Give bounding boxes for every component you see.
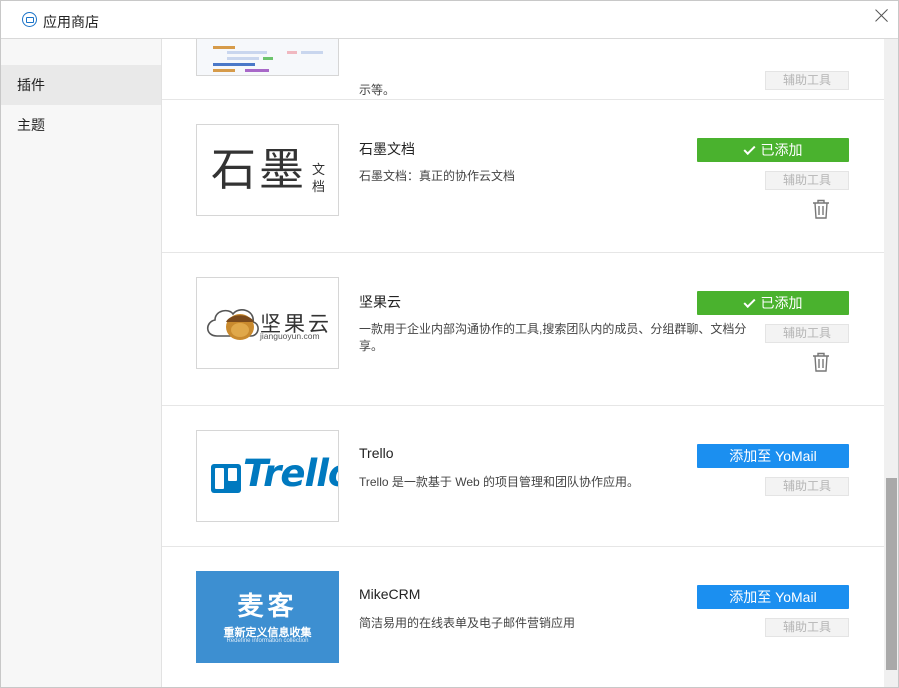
trello-logo: Trello: [196, 430, 339, 522]
sidebar: 插件 主题: [1, 39, 162, 687]
app-store-window: 应用商店 插件 主题 示等。 辅助工具 石墨 文 档 石墨文档 石墨文档：真正的…: [0, 0, 899, 688]
app-store-icon: [22, 12, 37, 27]
sidebar-item-plugins[interactable]: 插件: [1, 65, 161, 105]
window-title: 应用商店: [43, 14, 99, 30]
plugin-description: 简洁易用的在线表单及电子邮件营销应用: [359, 616, 576, 630]
mikecrm-logo-main: 麦客: [237, 591, 298, 621]
check-icon: [742, 142, 756, 156]
check-icon: [742, 295, 756, 309]
close-icon[interactable]: [874, 8, 890, 24]
shimo-logo-main: 石墨: [211, 143, 308, 196]
shimo-logo-side-2: 档: [312, 180, 326, 195]
assist-tool-button[interactable]: 辅助工具: [765, 618, 849, 637]
assist-tool-button[interactable]: 辅助工具: [765, 71, 849, 90]
plugin-description: Trello 是一款基于 Web 的项目管理和团队协作应用。: [359, 475, 640, 489]
added-button-label: 已添加: [760, 142, 803, 158]
assist-tool-button[interactable]: 辅助工具: [765, 324, 849, 343]
trash-icon[interactable]: [812, 199, 830, 219]
plugin-list: 示等。 辅助工具 石墨 文 档 石墨文档 石墨文档：真正的协作云文档 已添加 辅…: [162, 39, 884, 687]
added-button[interactable]: 已添加: [697, 291, 849, 315]
plugin-name: 坚果云: [359, 294, 401, 310]
mikecrm-logo: 麦客 重新定义信息收集 Redefine information collect…: [196, 571, 339, 663]
assist-tool-button[interactable]: 辅助工具: [765, 171, 849, 190]
assist-tool-button[interactable]: 辅助工具: [765, 477, 849, 496]
code-preview-image: [213, 46, 323, 72]
added-button-label: 已添加: [760, 295, 803, 311]
plugin-name: Trello: [359, 445, 394, 461]
plugin-card: Trello Trello Trello 是一款基于 Web 的项目管理和团队协…: [162, 406, 884, 547]
added-button[interactable]: 已添加: [697, 138, 849, 162]
add-to-yomail-button[interactable]: 添加至 YoMail: [697, 444, 849, 468]
plugin-card: 麦客 重新定义信息收集 Redefine information collect…: [162, 547, 884, 687]
plugin-name: MikeCRM: [359, 586, 421, 602]
plugin-description: 一款用于企业内部沟通协作的工具,搜索团队内的成员、分组群聊、文档分享。: [359, 322, 747, 353]
plugin-thumbnail: [196, 39, 339, 76]
vertical-scrollbar[interactable]: [884, 39, 898, 687]
plugin-description: 示等。: [359, 83, 396, 97]
trello-logo-text: Trello: [243, 452, 338, 495]
plugin-card: 示等。 辅助工具: [162, 39, 884, 100]
plugin-card: 坚果云 jianguoyun.com 坚果云 一款用于企业内部沟通协作的工具,搜…: [162, 253, 884, 406]
plugin-description: 石墨文档：真正的协作云文档: [359, 169, 516, 183]
sidebar-item-themes[interactable]: 主题: [1, 105, 161, 145]
jianguoyun-logo-sub: jianguoyun.com: [260, 331, 320, 341]
plugin-card: 石墨 文 档 石墨文档 石墨文档：真正的协作云文档 已添加 辅助工具: [162, 100, 884, 253]
add-to-yomail-button[interactable]: 添加至 YoMail: [697, 585, 849, 609]
shimo-logo: 石墨 文 档: [196, 124, 339, 216]
jianguoyun-logo: 坚果云 jianguoyun.com: [196, 277, 339, 369]
title-bar: 应用商店: [1, 1, 898, 39]
scrollbar-thumb[interactable]: [886, 478, 897, 670]
mikecrm-logo-en: Redefine information collection: [226, 638, 309, 644]
trash-icon[interactable]: [812, 352, 830, 372]
plugin-name: 石墨文档: [359, 141, 415, 157]
